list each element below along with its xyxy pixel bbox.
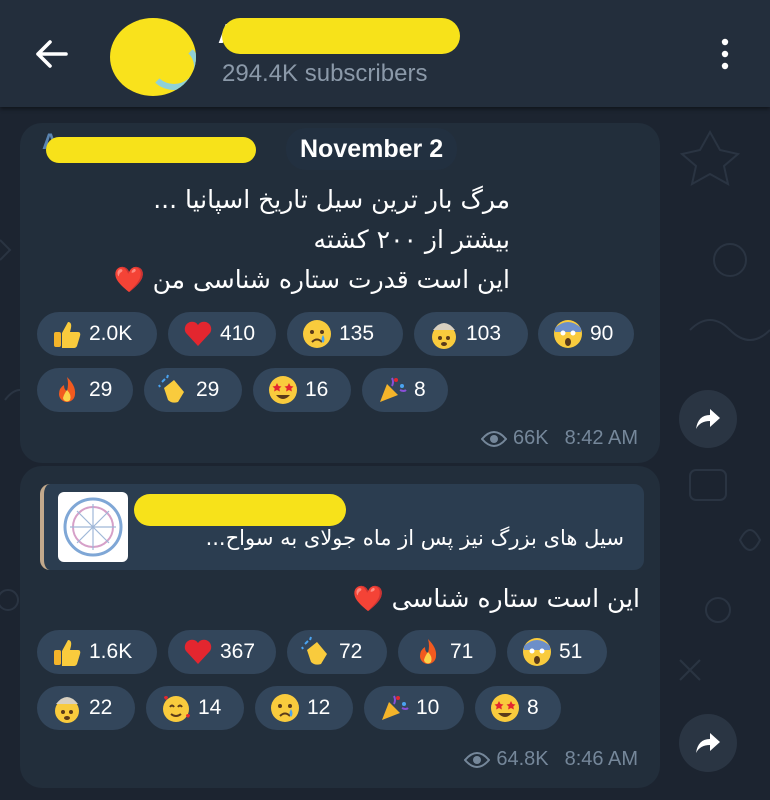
reaction-party-popper[interactable]: 10 [364, 686, 464, 730]
reaction-count: 103 [466, 322, 502, 345]
exploding-head-icon [49, 690, 85, 726]
reaction-star-struck[interactable]: 8 [475, 686, 561, 730]
fire-icon [49, 372, 85, 408]
message-text-line: مرگ بار ترین سیل تاریخ اسپانیا ... [153, 185, 510, 214]
screaming-face-icon [519, 634, 555, 670]
party-popper-icon [374, 372, 410, 408]
views-eye-icon [481, 430, 508, 447]
reaction-red-heart[interactable]: 410 [168, 312, 276, 356]
smiling-face-with-hearts-icon [158, 690, 194, 726]
reaction-star-struck[interactable]: 16 [253, 368, 351, 412]
reaction-count: 8 [414, 378, 426, 401]
reaction-count: 367 [220, 640, 256, 663]
arrow-left-icon [36, 40, 68, 68]
menu-button[interactable] [710, 36, 740, 72]
message-text-line: بیشتر از ۲۰۰ کشته [313, 225, 510, 254]
message-bubble[interactable]: A مرگ بار ترین سیل تاریخ اسپانیا ... بیش… [20, 123, 660, 463]
message-meta: 64.8K 8:46 AM [464, 748, 638, 771]
reaction-screaming-face[interactable]: 90 [538, 312, 634, 356]
reaction-crying-face[interactable]: 12 [255, 686, 353, 730]
red-heart-icon [180, 634, 216, 670]
share-arrow-icon [696, 733, 720, 753]
reaction-exploding-head[interactable]: 22 [37, 686, 135, 730]
reaction-party-popper[interactable]: 8 [362, 368, 448, 412]
message-meta: 66K 8:42 AM [481, 427, 638, 450]
crying-face-icon [267, 690, 303, 726]
red-heart-icon [180, 316, 216, 352]
reaction-count: 22 [89, 696, 113, 719]
reaction-count: 410 [220, 322, 256, 345]
reaction-thumbs-up[interactable]: 1.6K [37, 630, 157, 674]
reaction-count: 10 [416, 696, 440, 719]
share-arrow-icon [696, 409, 720, 429]
reaction-count: 29 [196, 378, 220, 401]
reaction-exploding-head[interactable]: 103 [414, 312, 528, 356]
views-eye-icon [464, 751, 491, 768]
reaction-count: 51 [559, 640, 583, 663]
redaction-mark [222, 18, 460, 54]
clapping-hands-icon [156, 372, 192, 408]
reaction-count: 71 [450, 640, 474, 663]
message-bubble[interactable]: سیل های بزرگ نیز پس از ماه جولای به سواح… [20, 466, 660, 788]
view-count: 66K [513, 427, 549, 449]
reaction-count: 2.0K [89, 322, 133, 345]
redaction-mark [134, 494, 346, 526]
quote-text: سیل های بزرگ نیز پس از ماه جولای به سواح… [205, 526, 624, 550]
thumbs-up-icon [49, 316, 85, 352]
message-time: 8:42 AM [564, 427, 638, 449]
redaction-mark [46, 137, 256, 163]
reaction-count: 29 [89, 378, 113, 401]
more-vertical-icon [721, 38, 729, 70]
reaction-count: 16 [305, 378, 329, 401]
reaction-count: 90 [590, 322, 614, 345]
reaction-clapping-hands[interactable]: 29 [144, 368, 242, 412]
view-count: 64.8K [496, 748, 549, 770]
reaction-count: 72 [339, 640, 363, 663]
back-button[interactable] [30, 34, 74, 74]
star-struck-icon [265, 372, 301, 408]
screaming-face-icon [550, 316, 586, 352]
quote-thumbnail [58, 492, 128, 562]
reaction-thumbs-up[interactable]: 2.0K [37, 312, 157, 356]
message-text-line: این است ستاره شناسی ❤️ [352, 584, 640, 613]
reaction-count: 14 [198, 696, 222, 719]
reaction-clapping-hands[interactable]: 72 [287, 630, 387, 674]
avatar-decoration [148, 42, 196, 90]
reaction-fire[interactable]: 29 [37, 368, 133, 412]
channel-avatar[interactable] [110, 18, 196, 96]
chat-header: A 294.4K subscribers [0, 0, 770, 107]
message-text-line: این است قدرت ستاره شناسی من ❤️ [113, 265, 510, 294]
share-button[interactable] [679, 714, 737, 772]
reaction-count: 135 [339, 322, 375, 345]
fire-icon [410, 634, 446, 670]
star-struck-icon [487, 690, 523, 726]
crying-face-icon [299, 316, 335, 352]
reaction-fire[interactable]: 71 [398, 630, 496, 674]
exploding-head-icon [426, 316, 462, 352]
message-time: 8:46 AM [564, 748, 638, 770]
subscriber-count: 294.4K subscribers [222, 60, 428, 87]
party-popper-icon [376, 690, 412, 726]
reply-quote[interactable]: سیل های بزرگ نیز پس از ماه جولای به سواح… [40, 484, 644, 570]
reaction-red-heart[interactable]: 367 [168, 630, 276, 674]
reaction-screaming-face[interactable]: 51 [507, 630, 607, 674]
reaction-count: 12 [307, 696, 331, 719]
date-separator: November 2 [286, 128, 458, 170]
reaction-count: 1.6K [89, 640, 133, 663]
reaction-count: 8 [527, 696, 539, 719]
reaction-crying-face[interactable]: 135 [287, 312, 403, 356]
reaction-smiling-face-with-hearts[interactable]: 14 [146, 686, 244, 730]
clapping-hands-icon [299, 634, 335, 670]
thumbs-up-icon [49, 634, 85, 670]
share-button[interactable] [679, 390, 737, 448]
